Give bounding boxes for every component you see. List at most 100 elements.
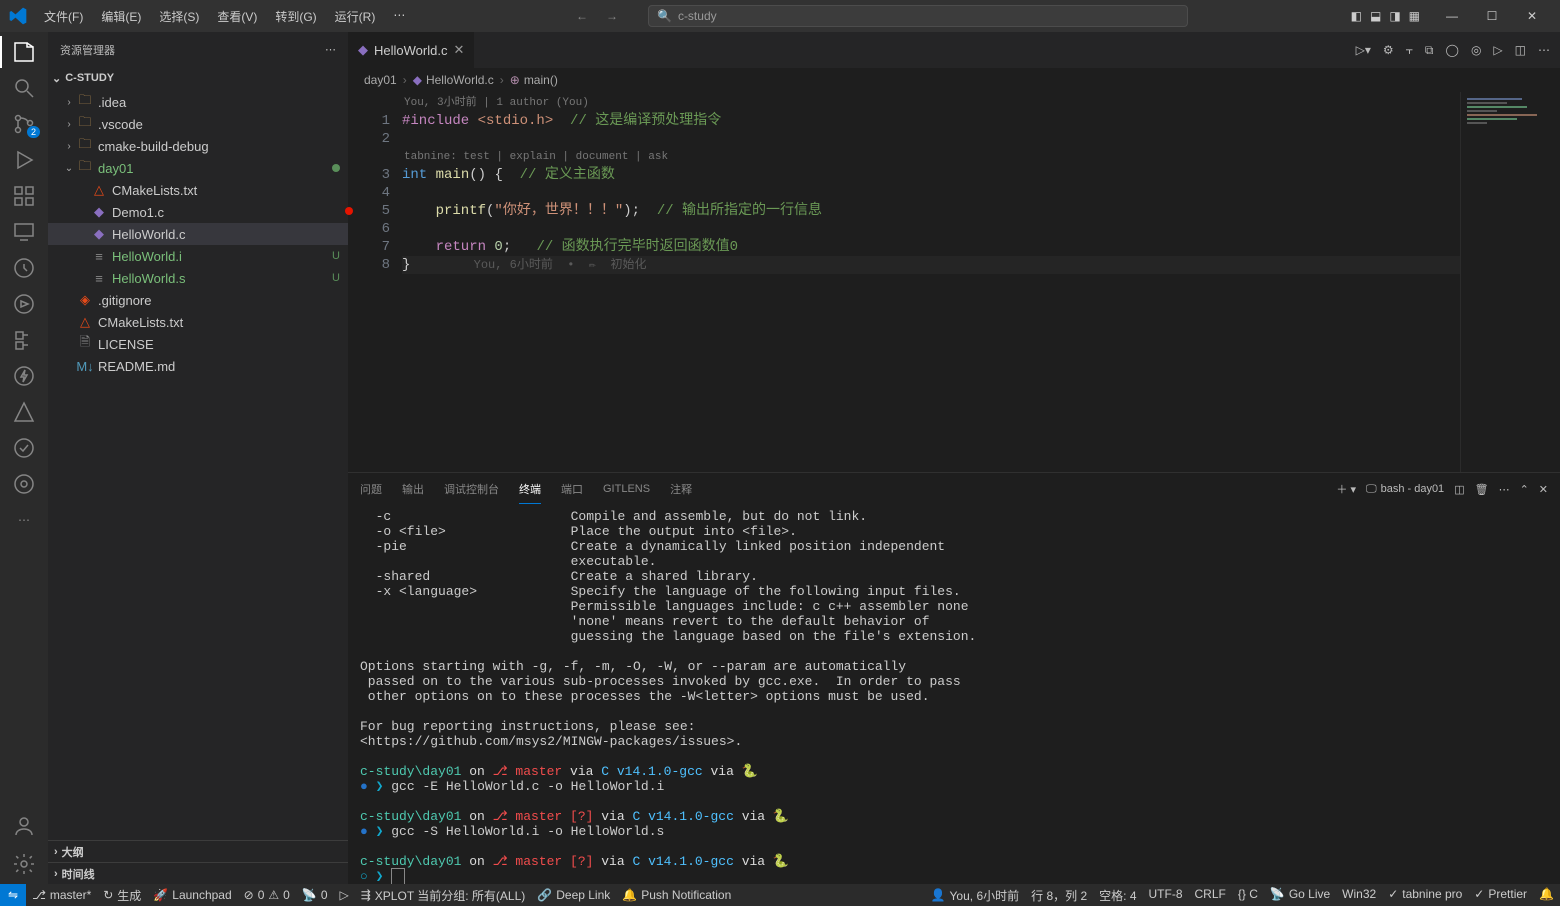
tabnine-status[interactable]: ✓tabnine pro (1382, 887, 1468, 901)
tree-item[interactable]: △CMakeLists.txt (48, 311, 348, 333)
tree-item[interactable]: ›🗀.idea (48, 91, 348, 113)
box-icon[interactable]: ⫟ (1406, 43, 1413, 58)
platform-status[interactable]: Win32 (1336, 887, 1382, 901)
account-icon[interactable] (12, 814, 36, 838)
play-icon[interactable]: ▷ (1493, 43, 1502, 57)
panel-tab-problems[interactable]: 问题 (360, 475, 382, 503)
remote-indicator[interactable]: ⇋ (0, 884, 26, 906)
close-tab-icon[interactable]: ✕ (453, 42, 464, 58)
tree-item[interactable]: ≡HelloWorld.iU (48, 245, 348, 267)
sidebar-more-icon[interactable]: ⋯ (325, 43, 336, 56)
tree-item[interactable]: △CMakeLists.txt (48, 179, 348, 201)
minimize-button[interactable]: — (1432, 1, 1472, 31)
breadcrumbs[interactable]: day01 › ◆ HelloWorld.c › ⊕ main() (348, 68, 1560, 92)
launchpad[interactable]: 🚀Launchpad (147, 884, 237, 906)
menu-view[interactable]: 查看(V) (209, 4, 265, 29)
panel-tab-output[interactable]: 输出 (402, 475, 424, 503)
push-notification[interactable]: 🔔Push Notification (616, 884, 737, 906)
compare-icon[interactable]: ⧉ (1425, 43, 1434, 58)
panel-tab-gitlens[interactable]: GITLENS (603, 477, 650, 501)
golive-status[interactable]: 📡Go Live (1264, 887, 1336, 901)
tree-item[interactable]: ›🗀cmake-build-debug (48, 135, 348, 157)
bc-folder[interactable]: day01 (364, 73, 397, 87)
gitlens-icon[interactable] (12, 472, 36, 496)
editor-tab[interactable]: ◆ HelloWorld.c ✕ (348, 32, 475, 68)
debug-start[interactable]: ▷ (334, 884, 355, 906)
run-icon[interactable]: ▷▾ (1356, 43, 1371, 57)
maximize-button[interactable]: ☐ (1472, 1, 1512, 31)
language-status[interactable]: {} C (1232, 887, 1264, 901)
tree-item[interactable]: 🗎LICENSE (48, 333, 348, 355)
extensions-icon[interactable] (12, 184, 36, 208)
breakpoint-icon[interactable] (345, 207, 353, 215)
circle-icon[interactable]: ◯ (1446, 43, 1459, 57)
tree-item[interactable]: M↓README.md (48, 355, 348, 377)
blame-status[interactable]: 👤You, 6小时前 (925, 887, 1026, 904)
tree-item[interactable]: ◆HelloWorld.c (48, 223, 348, 245)
xplot-status[interactable]: ⇶XPLOT 当前分组: 所有(ALL) (355, 884, 532, 906)
panel-tab-debug[interactable]: 调试控制台 (444, 475, 499, 503)
toggle-sidebar-icon[interactable]: ◧ (1351, 9, 1362, 23)
tree-item[interactable]: ⌄🗀day01 (48, 157, 348, 179)
eol-status[interactable]: CRLF (1189, 887, 1232, 901)
new-terminal-icon[interactable]: ＋ ▾ (1336, 481, 1356, 497)
explorer-icon[interactable] (12, 40, 36, 64)
menu-go[interactable]: 转到(G) (267, 4, 324, 29)
split-terminal-icon[interactable]: ◫ (1454, 483, 1464, 496)
database-icon[interactable] (12, 328, 36, 352)
indent-status[interactable]: 空格: 4 (1093, 887, 1142, 904)
ports-status[interactable]: 📡0 (296, 884, 334, 906)
command-center[interactable]: 🔍 c-study (648, 5, 1188, 27)
testing-icon[interactable] (12, 256, 36, 280)
timeline-section[interactable]: › 时间线 (48, 862, 348, 884)
toggle-secondary-icon[interactable]: ◨ (1389, 9, 1400, 23)
notifications-icon[interactable]: 🔔 (1533, 887, 1560, 901)
minimap[interactable] (1460, 92, 1560, 472)
docker-icon[interactable] (12, 292, 36, 316)
sync-button[interactable]: ↻生成 (97, 884, 147, 906)
menu-file[interactable]: 文件(F) (36, 4, 91, 29)
toggle-panel-icon[interactable]: ⬓ (1370, 9, 1381, 23)
maximize-panel-icon[interactable]: ⌃ (1520, 483, 1529, 496)
cmake-icon[interactable] (12, 400, 36, 424)
settings-icon[interactable] (12, 852, 36, 876)
thunder-icon[interactable] (12, 364, 36, 388)
outline-section[interactable]: › 大纲 (48, 840, 348, 862)
panel-tab-terminal[interactable]: 终端 (519, 475, 541, 504)
cursor-position[interactable]: 行 8，列 2 (1025, 887, 1093, 904)
tree-item[interactable]: ≡HelloWorld.sU (48, 267, 348, 289)
terminal[interactable]: -c Compile and assemble, but do not link… (348, 505, 1560, 884)
panel-tab-comments[interactable]: 注释 (670, 475, 692, 503)
workspace-section[interactable]: ⌄ C-STUDY (48, 67, 348, 89)
close-button[interactable]: ✕ (1512, 1, 1552, 31)
git-branch[interactable]: ⎇master* (26, 884, 97, 906)
bc-file[interactable]: HelloWorld.c (426, 73, 494, 87)
circle2-icon[interactable]: ◎ (1471, 43, 1481, 57)
bc-symbol[interactable]: main() (524, 73, 558, 87)
code-content[interactable]: You, 3小时前 | 1 author (You) #include <std… (402, 92, 1460, 472)
menu-overflow[interactable]: ⋯ (385, 4, 413, 29)
menu-run[interactable]: 运行(R) (327, 4, 384, 29)
tree-item[interactable]: ◈.gitignore (48, 289, 348, 311)
encoding-status[interactable]: UTF-8 (1143, 887, 1189, 901)
nav-forward-icon[interactable]: → (606, 9, 618, 23)
nav-back-icon[interactable]: ← (576, 9, 588, 23)
codelens-author[interactable]: You, 3小时前 | 1 author (You) (402, 94, 1460, 112)
menu-selection[interactable]: 选择(S) (151, 4, 207, 29)
split-icon[interactable]: ◫ (1515, 43, 1526, 57)
tree-item[interactable]: ›🗀.vscode (48, 113, 348, 135)
gear-icon[interactable]: ⚙ (1383, 43, 1394, 57)
overflow-icon[interactable]: ⋯ (12, 508, 36, 532)
code-editor[interactable]: 12345678 You, 3小时前 | 1 author (You) #inc… (348, 92, 1560, 472)
deeplink-status[interactable]: 🔗Deep Link (531, 884, 616, 906)
menu-edit[interactable]: 编辑(E) (93, 4, 149, 29)
remote-explorer-icon[interactable] (12, 220, 36, 244)
tree-item[interactable]: ◆Demo1.c (48, 201, 348, 223)
terminal-name[interactable]: 🖵 bash - day01 (1366, 483, 1444, 496)
close-panel-icon[interactable]: ✕ (1539, 483, 1548, 496)
customize-layout-icon[interactable]: ▦ (1409, 9, 1420, 23)
search-view-icon[interactable] (12, 76, 36, 100)
codelens-tabnine[interactable]: tabnine: test | explain | document | ask (402, 148, 1460, 166)
panel-tab-ports[interactable]: 端口 (561, 475, 583, 503)
problems-status[interactable]: ⊘0 ⚠0 (238, 884, 296, 906)
